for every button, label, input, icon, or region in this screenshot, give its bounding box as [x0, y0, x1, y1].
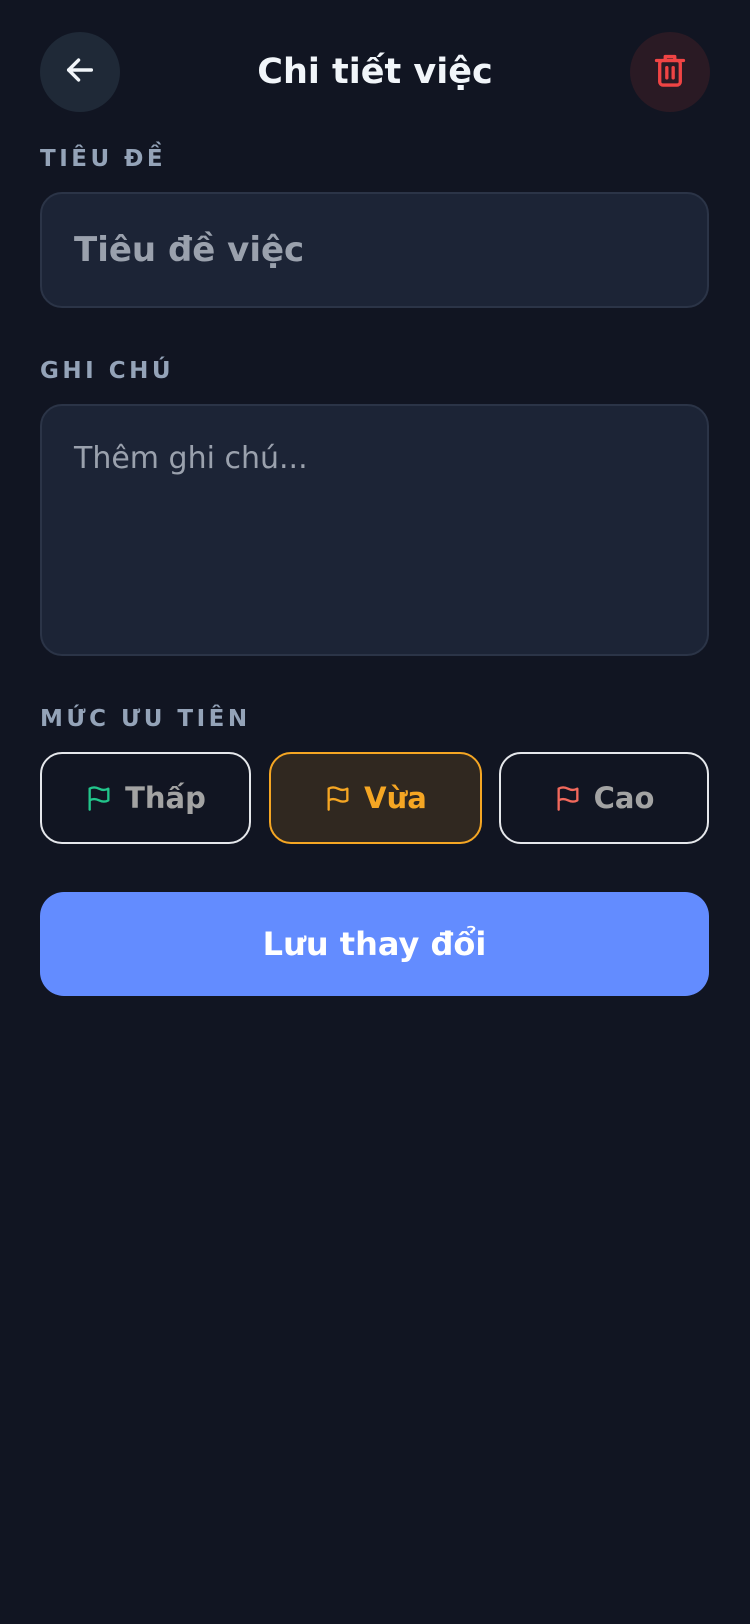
priority-option-label: Thấp — [125, 781, 206, 815]
priority-option-medium[interactable]: Vừa — [269, 752, 482, 844]
delete-button[interactable] — [630, 32, 710, 112]
priority-option-label: Vừa — [364, 781, 427, 815]
flag-icon — [324, 783, 352, 813]
save-button-label: Lưu thay đổi — [262, 925, 487, 963]
title-input[interactable] — [40, 192, 709, 308]
header: Chi tiết việc — [0, 0, 750, 145]
priority-option-low[interactable]: Thấp — [40, 752, 251, 844]
notes-input[interactable] — [40, 404, 709, 656]
save-button[interactable]: Lưu thay đổi — [40, 892, 709, 996]
task-detail-screen: Chi tiết việc TIÊU ĐỀ GHI CHÚ MỨC ƯU TIÊ… — [0, 0, 750, 1624]
priority-option-label: Cao — [593, 781, 655, 815]
flag-icon — [85, 783, 113, 813]
notes-section-label: GHI CHÚ — [40, 358, 174, 384]
priority-options: Thấp Vừa Cao — [40, 752, 709, 844]
trash-icon — [651, 50, 689, 94]
priority-option-high[interactable]: Cao — [499, 752, 709, 844]
priority-section-label: MỨC ƯU TIÊN — [40, 706, 251, 732]
flag-icon — [554, 783, 582, 813]
title-section-label: TIÊU ĐỀ — [40, 146, 167, 172]
